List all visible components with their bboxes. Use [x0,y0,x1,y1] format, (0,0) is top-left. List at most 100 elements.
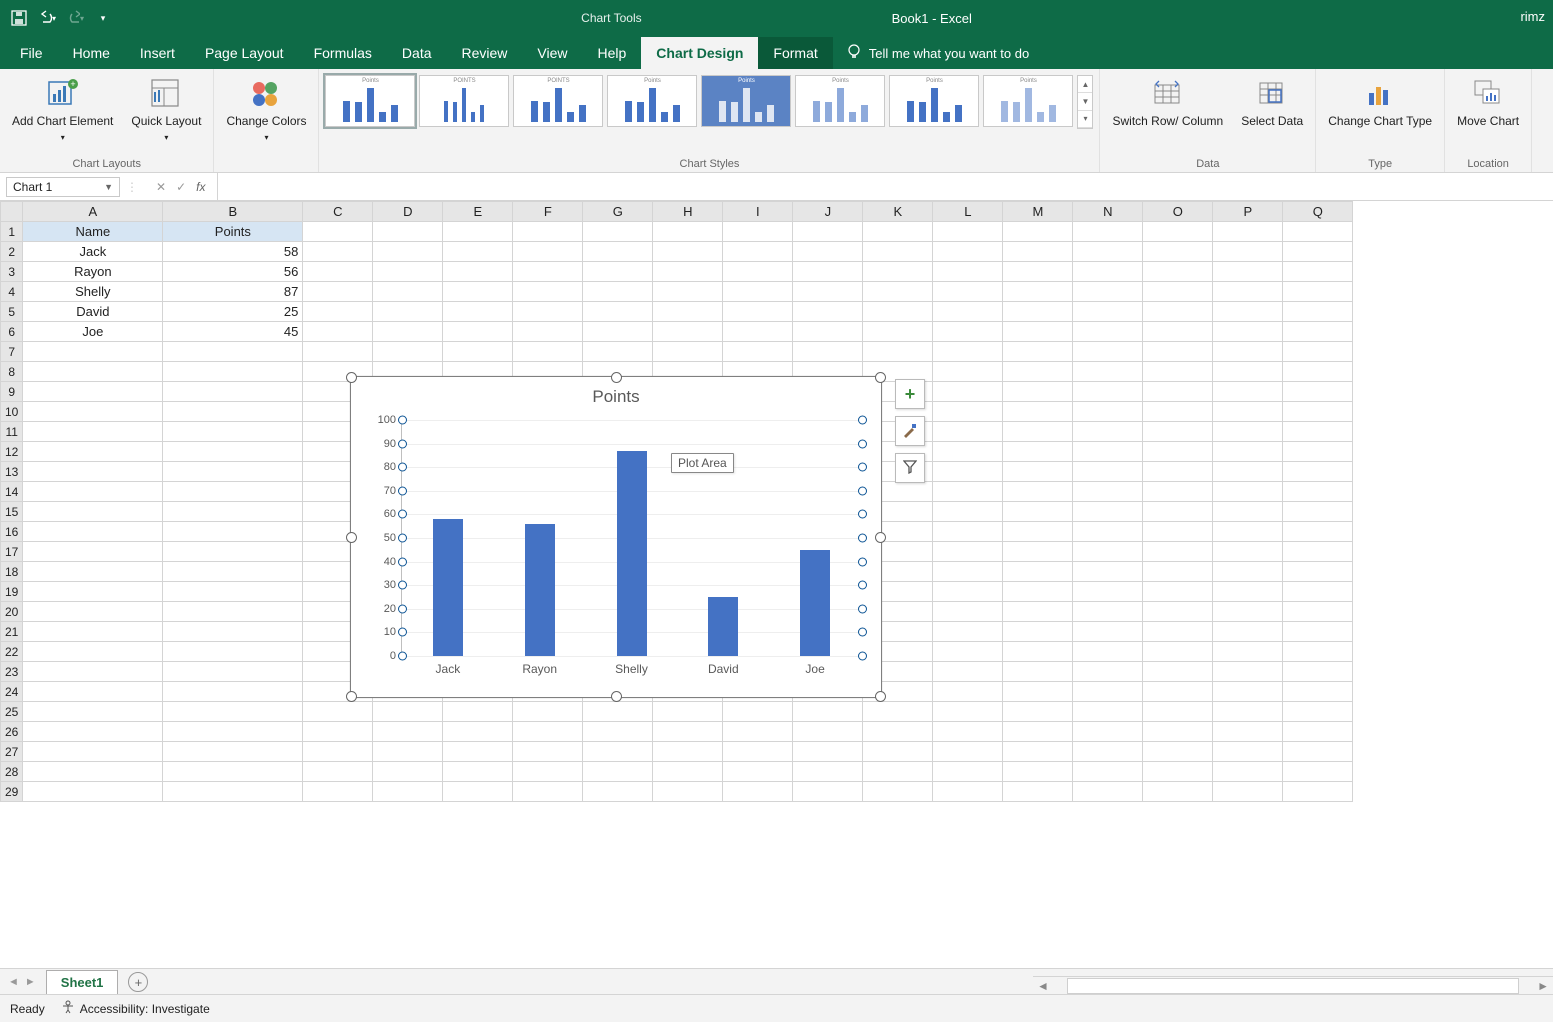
cell[interactable] [303,302,373,322]
row-header[interactable]: 26 [1,722,23,742]
cell[interactable] [373,722,443,742]
cell[interactable] [1073,362,1143,382]
cell[interactable] [723,302,793,322]
cell[interactable] [1283,522,1353,542]
tab-page-layout[interactable]: Page Layout [190,37,299,69]
cell[interactable] [863,722,933,742]
cell[interactable] [933,222,1003,242]
cell[interactable] [583,742,653,762]
cell[interactable] [443,702,513,722]
cell[interactable] [1143,722,1213,742]
change-colors-button[interactable]: Change Colors▾ [220,73,312,154]
row-header[interactable]: 3 [1,262,23,282]
cell[interactable] [23,662,163,682]
chart-style-4[interactable]: Points [607,75,697,127]
cell[interactable] [1073,462,1143,482]
cell[interactable] [443,762,513,782]
cell[interactable] [23,462,163,482]
cell[interactable]: Rayon [23,262,163,282]
cell[interactable]: 58 [163,242,303,262]
chart-bar[interactable] [800,550,830,656]
column-header[interactable]: A [23,202,163,222]
cell[interactable] [1143,542,1213,562]
cell[interactable] [303,242,373,262]
cell[interactable] [933,702,1003,722]
cell[interactable] [1073,242,1143,262]
cell[interactable] [513,282,583,302]
cell[interactable] [1143,782,1213,802]
row-header[interactable]: 18 [1,562,23,582]
cell[interactable] [1283,602,1353,622]
cell[interactable] [1283,362,1353,382]
cell[interactable] [373,762,443,782]
cell[interactable] [933,582,1003,602]
cell[interactable] [1003,482,1073,502]
row-header[interactable]: 24 [1,682,23,702]
cell[interactable] [163,762,303,782]
cell[interactable] [1003,602,1073,622]
cell[interactable] [443,742,513,762]
cell[interactable] [793,722,863,742]
cell[interactable] [653,262,723,282]
cell[interactable] [933,622,1003,642]
cell[interactable] [373,702,443,722]
new-sheet-button[interactable]: + [128,972,148,992]
column-header[interactable]: H [653,202,723,222]
formula-input[interactable] [217,173,1553,200]
cell[interactable] [863,342,933,362]
row-header[interactable]: 25 [1,702,23,722]
cell[interactable] [1213,522,1283,542]
tab-insert[interactable]: Insert [125,37,190,69]
cell[interactable] [373,262,443,282]
cell[interactable] [1073,342,1143,362]
cell[interactable] [1283,222,1353,242]
cell[interactable] [1283,502,1353,522]
gallery-more-icon[interactable]: ▾ [1078,111,1092,128]
cell[interactable] [513,222,583,242]
row-header[interactable]: 10 [1,402,23,422]
cell[interactable] [1073,682,1143,702]
cell[interactable] [373,222,443,242]
column-header[interactable]: B [163,202,303,222]
cell[interactable] [1213,362,1283,382]
cell[interactable] [933,462,1003,482]
select-data-button[interactable]: Select Data [1235,73,1309,154]
cell[interactable] [583,342,653,362]
cell[interactable] [793,222,863,242]
cell[interactable] [933,242,1003,262]
chart-elements-button[interactable]: + [895,379,925,409]
cell[interactable] [513,262,583,282]
cell[interactable] [933,742,1003,762]
cell[interactable] [163,682,303,702]
cell[interactable] [1213,702,1283,722]
cell[interactable] [933,382,1003,402]
row-header[interactable]: 6 [1,322,23,342]
cell[interactable] [583,282,653,302]
cell[interactable] [1213,582,1283,602]
cell[interactable] [1003,302,1073,322]
change-chart-type-button[interactable]: Change Chart Type [1322,73,1438,154]
cell[interactable] [1073,562,1143,582]
column-header[interactable]: O [1143,202,1213,222]
cell[interactable] [303,722,373,742]
cell[interactable] [583,302,653,322]
cell[interactable] [303,762,373,782]
cell[interactable] [1143,342,1213,362]
gallery-up-icon[interactable]: ▲ [1078,76,1092,93]
cell[interactable] [1283,422,1353,442]
cell[interactable] [653,302,723,322]
chart-bar[interactable] [617,451,647,656]
save-icon[interactable] [10,9,28,27]
cell[interactable] [1003,562,1073,582]
cell[interactable] [1143,362,1213,382]
chart-filters-button[interactable] [895,453,925,483]
cell[interactable] [1143,222,1213,242]
cell[interactable] [1003,362,1073,382]
cell[interactable] [1143,642,1213,662]
row-header[interactable]: 5 [1,302,23,322]
cell[interactable] [1213,602,1283,622]
cell[interactable] [1283,302,1353,322]
cell[interactable] [163,702,303,722]
cell[interactable] [163,402,303,422]
cell[interactable] [583,702,653,722]
